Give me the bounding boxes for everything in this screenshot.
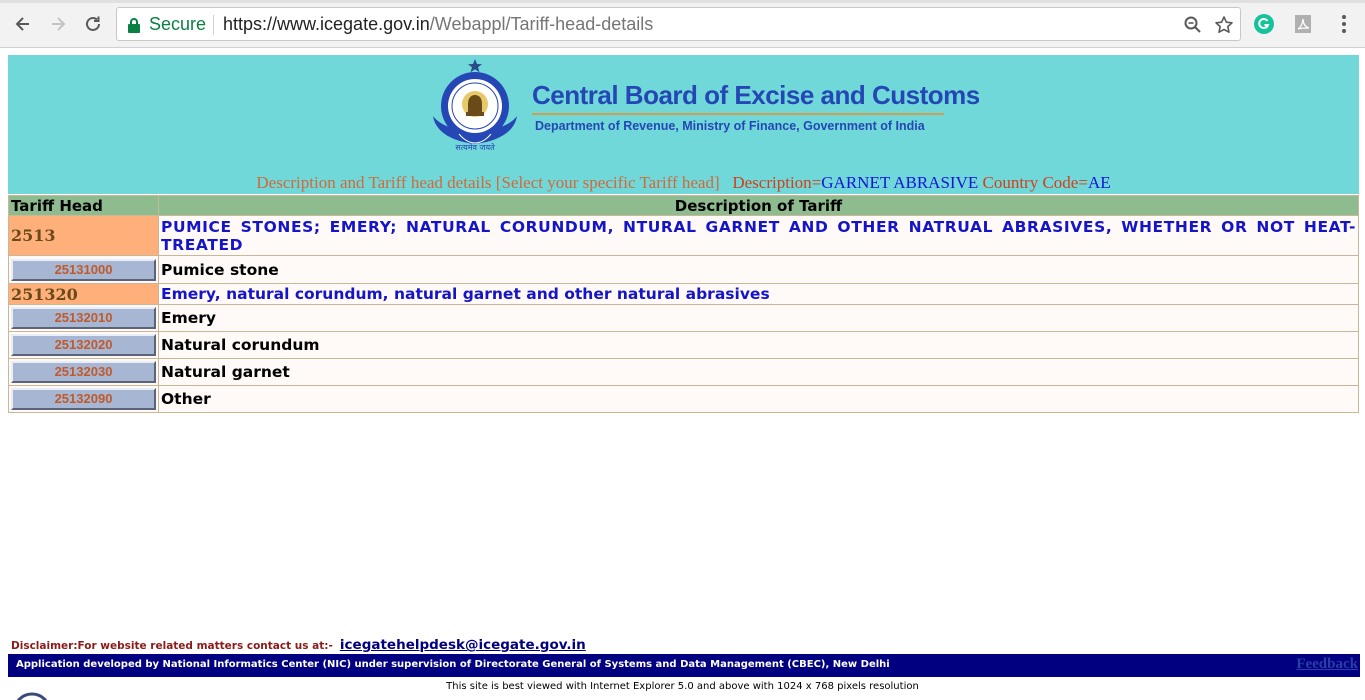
secure-label: Secure	[149, 14, 207, 34]
column-header-tariff-head: Tariff Head	[8, 195, 159, 216]
url-text[interactable]: https://www.icegate.gov.in/Webappl/Tarif…	[223, 14, 653, 35]
tariff-code-button[interactable]: 25131000	[11, 258, 156, 281]
tariff-table: Tariff Head Description of Tariff 2513 P…	[8, 195, 1359, 413]
country-code-value: AE	[1087, 173, 1111, 192]
table-row-heading: 2513 PUMICE STONES; EMERY; NATURAL CORUN…	[8, 215, 1359, 256]
table-row: 25132030 Natural garnet	[8, 358, 1359, 386]
forward-button[interactable]	[45, 11, 71, 37]
table-row: 25132010 Emery	[8, 304, 1359, 332]
tariff-description: Emery	[158, 304, 1359, 332]
nic-credit-text: Application developed by National Inform…	[16, 659, 890, 670]
zoom-icon[interactable]	[1183, 15, 1203, 35]
search-summary: Description and Tariff head details [Sel…	[8, 173, 1359, 193]
search-title: Description and Tariff head details [Sel…	[256, 173, 720, 192]
tariff-code-cell: 25132010	[8, 304, 159, 332]
tariff-heading-description: Emery, natural corundum, natural garnet …	[158, 283, 1359, 305]
address-bar[interactable]: Secure https://www.icegate.gov.in/Webapp…	[116, 7, 1241, 41]
tariff-code-button[interactable]: 25132090	[11, 388, 156, 410]
reload-button[interactable]	[80, 11, 106, 37]
browser-toolbar: Secure https://www.icegate.gov.in/Webapp…	[0, 0, 1365, 48]
feedback-link[interactable]: Feedback	[1296, 656, 1358, 673]
emblem-motto: सत्यमेव जयते	[455, 142, 495, 152]
grammarly-icon[interactable]	[1253, 13, 1275, 35]
tariff-heading-code: 2513	[8, 215, 159, 256]
tariff-code-cell: 25131000	[8, 255, 159, 284]
footer-bar: Application developed by National Inform…	[8, 654, 1360, 677]
star-icon[interactable]	[1214, 15, 1234, 35]
table-row: 25131000 Pumice stone	[8, 255, 1359, 284]
column-header-description: Description of Tariff	[158, 195, 1359, 216]
description-label: Description	[732, 173, 812, 192]
org-subtitle: Department of Revenue, Ministry of Finan…	[535, 119, 925, 133]
reload-icon	[86, 16, 100, 31]
tariff-code-button[interactable]: 25132030	[11, 361, 156, 383]
disclaimer: Disclaimer:For website related matters c…	[11, 634, 586, 653]
country-code-label: Country Code	[982, 173, 1079, 192]
cbec-emblem-logo: सत्यमेव जयते	[433, 59, 517, 152]
helpdesk-email-link[interactable]: icegatehelpdesk@icegate.gov.in	[340, 637, 586, 653]
table-row-heading: 251320 Emery, natural corundum, natural …	[8, 283, 1359, 305]
disclaimer-label: Disclaimer:For website related matters c…	[11, 640, 333, 652]
header-banner: सत्यमेव जयते Central Board of Excise and…	[8, 55, 1359, 194]
lock-icon	[128, 18, 140, 33]
back-icon	[15, 17, 29, 31]
tariff-description: Other	[158, 385, 1359, 413]
country-code-equals: =	[1078, 173, 1088, 192]
tariff-code-button[interactable]: 25132020	[11, 334, 156, 356]
tariff-heading-description: PUMICE STONES; EMERY; NATURAL CORUNDUM, …	[158, 215, 1359, 256]
table-header-row: Tariff Head Description of Tariff	[8, 195, 1359, 216]
menu-icon[interactable]	[1333, 13, 1355, 35]
table-row: 25132020 Natural corundum	[8, 331, 1359, 359]
description-value: GARNET ABRASIVE	[821, 173, 979, 192]
org-title: Central Board of Excise and Customs	[532, 80, 980, 110]
tab-strip-edge	[0, 0, 1365, 3]
url-host: https://www.icegate.gov.in	[223, 14, 430, 34]
best-view-note: This site is best viewed with Internet E…	[446, 681, 919, 692]
forward-icon	[52, 17, 66, 31]
tariff-code-cell: 25132090	[8, 385, 159, 413]
tariff-description: Pumice stone	[158, 255, 1359, 284]
tariff-description: Natural corundum	[158, 331, 1359, 359]
description-equals: =	[811, 173, 822, 192]
pdf-extension-icon[interactable]	[1292, 13, 1314, 35]
table-row: 25132090 Other	[8, 385, 1359, 413]
org-title-underline	[532, 113, 944, 115]
corner-logo-icon	[16, 692, 48, 700]
tariff-description: Natural garnet	[158, 358, 1359, 386]
url-path: /Webappl/Tariff-head-details	[429, 14, 654, 34]
tariff-code-cell: 25132020	[8, 331, 159, 359]
back-button[interactable]	[10, 11, 36, 37]
tariff-code-button[interactable]: 25132010	[11, 307, 156, 329]
tariff-code-cell: 25132030	[8, 358, 159, 386]
address-separator	[213, 15, 214, 35]
tariff-heading-code: 251320	[8, 283, 159, 305]
